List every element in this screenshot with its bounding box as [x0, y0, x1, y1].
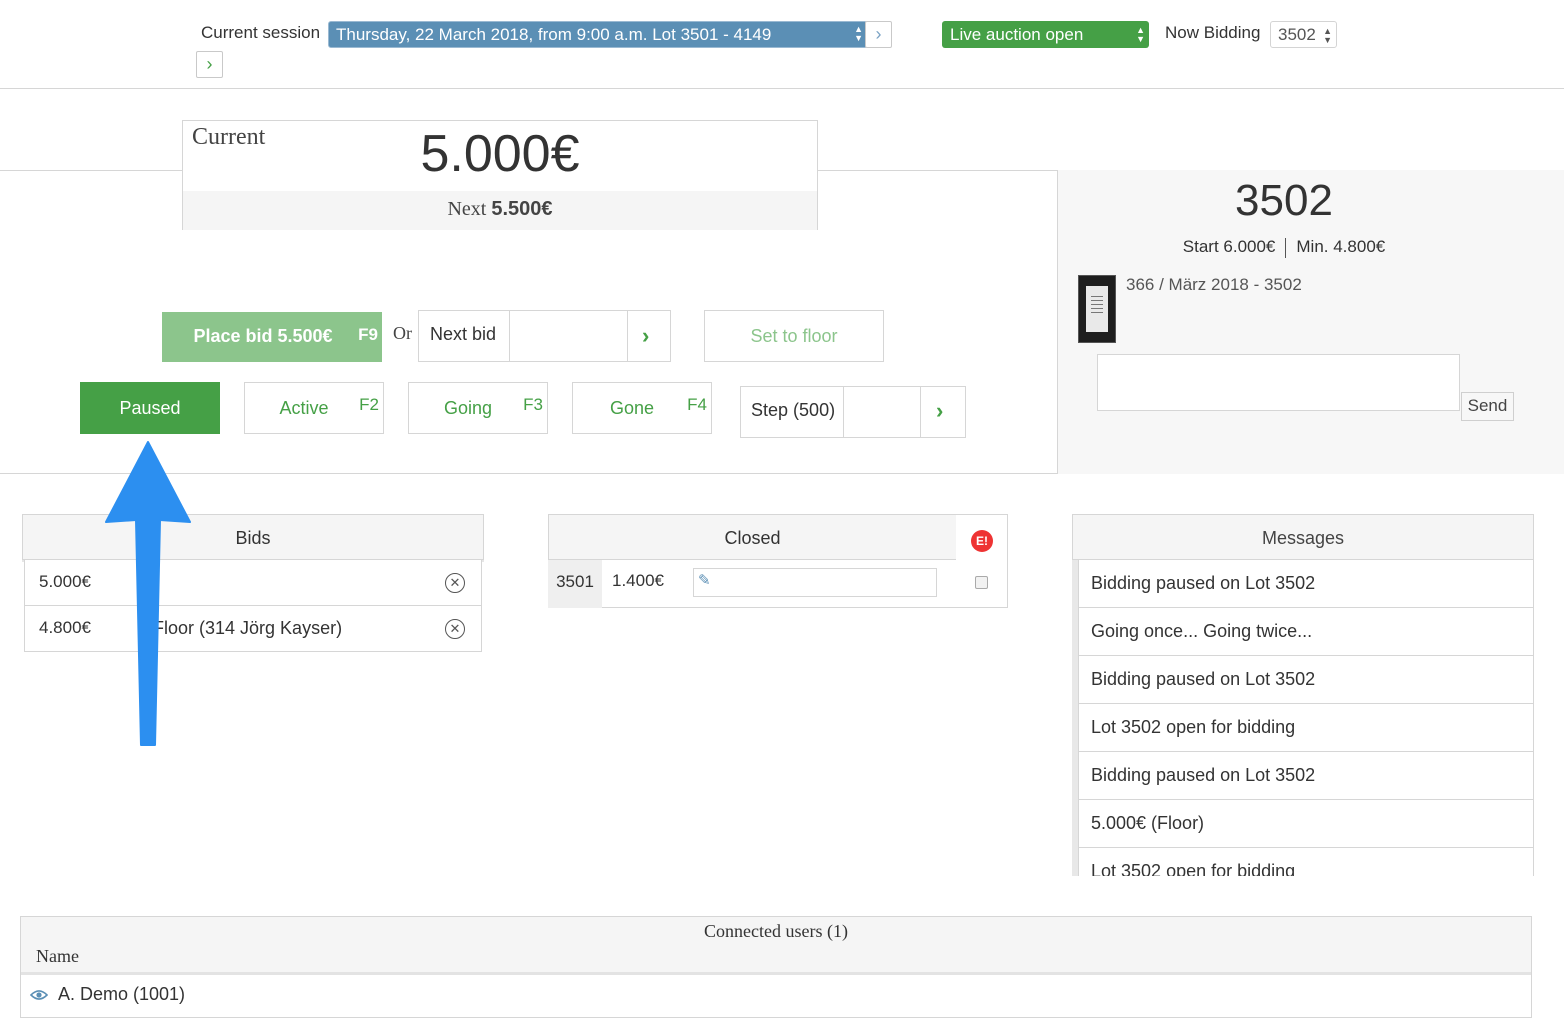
send-button[interactable]: Send	[1461, 392, 1514, 421]
lot-number: 3502	[1235, 176, 1333, 225]
lot-thumbnail[interactable]	[1078, 275, 1116, 343]
next-label: Next	[447, 198, 487, 220]
message-item: Lot 3502 open for bidding	[1078, 848, 1534, 876]
session-label: Current session	[201, 23, 321, 42]
thumbnail-text-lines	[1091, 296, 1103, 297]
bids-header: Bids	[22, 514, 484, 560]
set-to-floor-button[interactable]: Set to floor	[704, 310, 884, 362]
step-input[interactable]	[843, 386, 921, 438]
place-bid-shortcut: F9	[358, 325, 378, 344]
chevron-right-icon: ›	[936, 398, 944, 423]
going-shortcut: F3	[523, 395, 543, 414]
step-submit-button[interactable]: ›	[936, 398, 943, 424]
now-bidding-value: 3502	[1278, 25, 1316, 44]
chevron-right-icon: ›	[642, 323, 650, 348]
remove-bid-icon[interactable]: ✕	[445, 573, 465, 593]
message-item: Bidding paused on Lot 3502	[1078, 752, 1534, 800]
gone-button[interactable]: Gone F4	[572, 382, 712, 434]
messages-header: Messages	[1072, 514, 1534, 560]
select-updown-icon: ▲ ▼	[1136, 25, 1145, 44]
message-item: 5.000€ (Floor)	[1078, 800, 1534, 848]
closed-amount: 1.400€	[612, 571, 664, 590]
closed-header: Closed	[548, 514, 956, 560]
price-separator	[1285, 237, 1287, 258]
eye-icon[interactable]	[29, 988, 49, 1006]
message-item: Bidding paused on Lot 3502	[1078, 656, 1534, 704]
now-bidding-select[interactable]: 3502 ▲ ▼	[1270, 21, 1337, 48]
next-bid-strip: Next 5.500€	[183, 191, 817, 230]
next-bid-input[interactable]	[509, 310, 628, 362]
session-select-value: Thursday, 22 March 2018, from 9:00 a.m. …	[336, 25, 772, 44]
bid-amount: 5.000€	[39, 572, 91, 591]
going-button[interactable]: Going F3	[408, 382, 548, 434]
active-shortcut: F2	[359, 395, 379, 414]
next-bid-submit-button[interactable]: ›	[642, 323, 649, 349]
message-input[interactable]	[1097, 354, 1460, 411]
closed-lot-number: 3501	[548, 560, 602, 608]
chevron-right-icon: ›	[206, 54, 213, 74]
auction-status-value: Live auction open	[950, 25, 1084, 44]
session-next-button[interactable]: ›	[196, 51, 223, 78]
session-go-button[interactable]: ›	[865, 21, 892, 48]
user-name: A. Demo (1001)	[58, 984, 186, 1004]
remove-bid-icon[interactable]: ✕	[445, 619, 465, 639]
step-value: (500)	[793, 400, 836, 420]
messages-list[interactable]: Bidding paused on Lot 3502 Going once...…	[1072, 560, 1534, 876]
place-bid-label: Place bid 5.500€	[193, 326, 333, 346]
select-updown-icon: ▲ ▼	[1323, 26, 1332, 45]
gone-label: Gone	[609, 398, 655, 418]
active-label: Active	[279, 398, 329, 418]
active-button[interactable]: Active F2	[244, 382, 384, 434]
session-select[interactable]: Thursday, 22 March 2018, from 9:00 a.m. …	[328, 21, 868, 48]
bid-row: 5.000€ ✕	[24, 560, 482, 606]
eye-icon-svg	[29, 990, 49, 1000]
closed-note-input[interactable]: ✎	[693, 568, 937, 597]
lot-title: 366 / März 2018 - 3502	[1126, 275, 1302, 294]
thumbnail-paper	[1086, 286, 1108, 332]
bid-amount: 4.800€	[39, 618, 91, 637]
closed-row-checkbox[interactable]	[975, 576, 988, 589]
message-item: Lot 3502 open for bidding	[1078, 704, 1534, 752]
now-bidding-label: Now Bidding	[1165, 23, 1261, 42]
users-name-column: Name	[36, 946, 79, 966]
topbar-divider	[0, 88, 1564, 89]
bid-row: 4.800€ Floor (314 Jörg Kayser) ✕	[24, 606, 482, 652]
annotation-arrow-icon	[105, 441, 191, 746]
lot-prices: Start 6.000€ Min. 4.800€	[1058, 237, 1510, 258]
lot-start-price: Start 6.000€	[1182, 237, 1276, 256]
chevron-right-icon: ›	[875, 24, 882, 44]
error-icon[interactable]: E!	[971, 530, 993, 552]
step-label: Step (500)	[751, 400, 835, 421]
connected-users-title: Connected users (1)	[704, 921, 848, 941]
lot-min-price: Min. 4.800€	[1296, 237, 1386, 256]
or-label: Or	[393, 323, 412, 343]
next-value: 5.500€	[491, 198, 553, 220]
auction-status-select[interactable]: Live auction open ▲ ▼	[942, 21, 1149, 48]
step-text: Step	[751, 400, 789, 420]
current-bid-value: 5.000€	[420, 125, 580, 183]
message-item: Going once... Going twice...	[1078, 608, 1534, 656]
message-item: Bidding paused on Lot 3502	[1078, 560, 1534, 608]
next-bid-label: Next bid	[430, 324, 497, 344]
paused-button[interactable]: Paused	[80, 382, 220, 434]
going-label: Going	[443, 398, 493, 418]
select-updown-icon: ▲ ▼	[854, 24, 863, 43]
place-bid-button[interactable]: Place bid 5.500€ F9	[162, 312, 382, 362]
gone-shortcut: F4	[687, 395, 707, 414]
edit-icon: ✎	[698, 572, 711, 589]
